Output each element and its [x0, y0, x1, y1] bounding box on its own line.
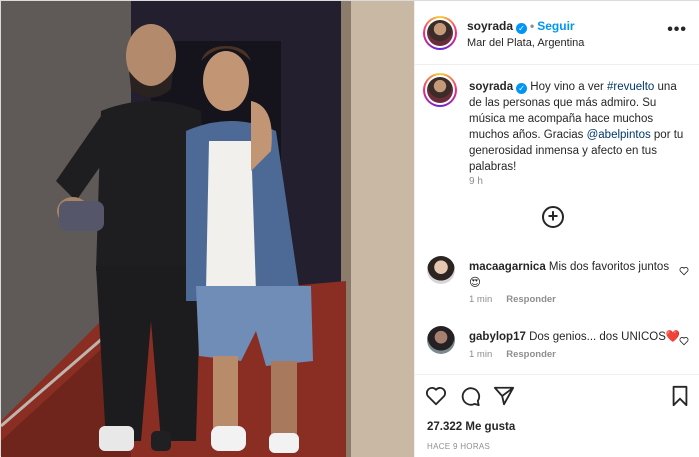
comment-emoji: 😍 [469, 277, 481, 289]
comment-bubble-icon[interactable] [459, 385, 481, 407]
caption-hashtag[interactable]: #revuelto [607, 81, 654, 93]
post-side-panel: soyrada ✓ • Seguir Mar del Plata, Argentina… [414, 1, 699, 457]
author-avatar[interactable] [423, 16, 457, 50]
add-circle-icon[interactable]: + [542, 206, 564, 228]
comment-item: macaagarnica Mis dos favoritos juntos 😍 … [415, 256, 699, 308]
post-photo[interactable] [1, 1, 414, 457]
verified-badge-icon: ✓ [516, 23, 528, 34]
author-line: soyrada ✓ • Seguir [467, 19, 575, 34]
separator-dot: • [530, 19, 535, 33]
comment-time[interactable]: 1 min [469, 294, 492, 305]
comment-body: Dos genios... dos UNICOS [529, 331, 666, 343]
post-age[interactable]: HACE 9 HORAS [427, 442, 490, 451]
comment-like-icon[interactable] [679, 266, 689, 276]
comment-text: macaagarnica Mis dos favoritos juntos 😍 [469, 259, 691, 291]
comment-body: Mis dos favoritos juntos [548, 261, 670, 273]
verified-badge-icon: ✓ [516, 83, 528, 94]
like-count[interactable]: 27.322 Me gusta [427, 421, 515, 433]
post-header: soyrada ✓ • Seguir Mar del Plata, Argentina… [415, 1, 699, 65]
caption-text-part1: Hoy vino a ver [527, 81, 608, 93]
author-username[interactable]: soyrada [467, 19, 513, 33]
caption-avatar[interactable] [423, 73, 457, 107]
photo-illustration [1, 1, 414, 457]
caption-mention[interactable]: @abelpintos [587, 129, 651, 141]
post-location[interactable]: Mar del Plata, Argentina [467, 37, 584, 49]
reply-button[interactable]: Responder [506, 349, 556, 360]
commenter-avatar[interactable] [427, 256, 455, 284]
comment-meta: 1 min Responder [469, 349, 570, 360]
comment-time[interactable]: 1 min [469, 349, 492, 360]
caption-username[interactable]: soyrada [469, 81, 513, 93]
caption-timestamp[interactable]: 9 h [469, 176, 483, 187]
commenter-avatar[interactable] [427, 326, 455, 354]
follow-button[interactable]: Seguir [537, 19, 574, 33]
comment-meta: 1 min Responder [469, 294, 570, 305]
action-bar [415, 374, 699, 418]
heart-icon[interactable] [425, 385, 447, 407]
caption-text: soyrada ✓ Hoy vino a ver #revuelto una de… [469, 79, 691, 175]
paper-plane-icon[interactable] [493, 385, 515, 407]
comment-like-icon[interactable] [679, 336, 689, 346]
more-options-icon[interactable]: ••• [667, 22, 687, 38]
comment-username[interactable]: gabylop17 [469, 331, 526, 343]
comment-text: gabylop17 Dos genios... dos UNICOS❤️ [469, 329, 691, 345]
bookmark-icon[interactable] [669, 385, 691, 407]
comment-item: gabylop17 Dos genios... dos UNICOS❤️ 1 m… [415, 326, 699, 378]
reply-button[interactable]: Responder [506, 294, 556, 305]
post-dialog: soyrada ✓ • Seguir Mar del Plata, Argentina… [0, 0, 699, 457]
comment-username[interactable]: macaagarnica [469, 261, 546, 273]
